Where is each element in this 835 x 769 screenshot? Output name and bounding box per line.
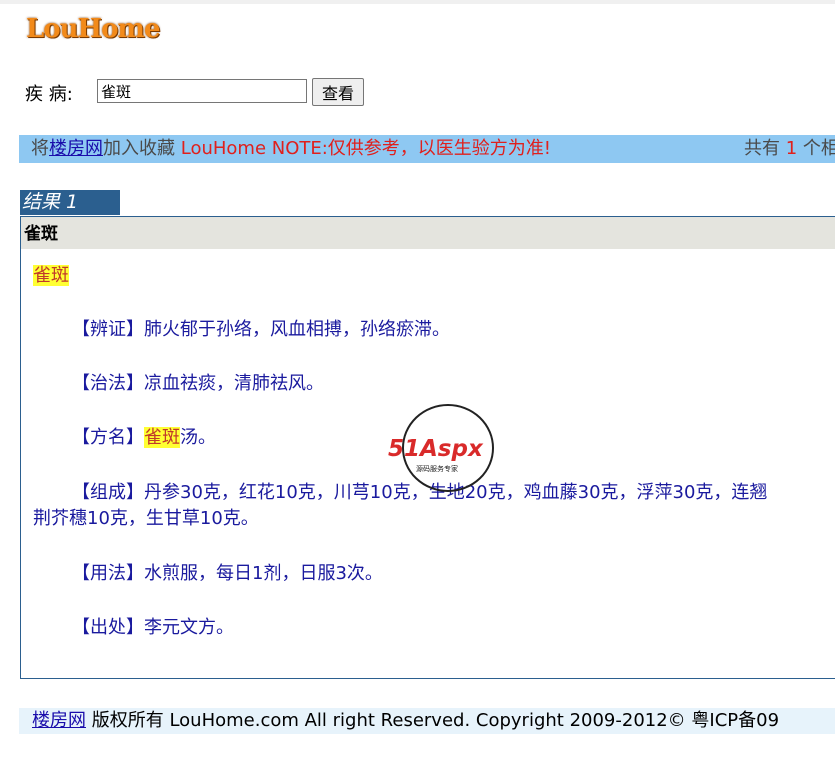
disclaimer-note: LouHome NOTE:仅供参考，以医生验方为准! — [180, 138, 552, 159]
footer-site-link[interactable]: 楼房网 — [32, 710, 86, 731]
view-button[interactable]: 查看 — [312, 78, 364, 106]
notice-text: 将楼房网加入收藏 LouHome NOTE:仅供参考，以医生验方为准! — [31, 138, 552, 159]
aspx-watermark: 51Aspx 源码服务专家 — [388, 404, 494, 492]
section-bianzheng: 【辨证】肺火郁于孙络，风血相搏，孙络瘀滞。 — [72, 319, 450, 340]
disease-label: 疾 病: — [25, 84, 73, 105]
section-zhifa: 【治法】凉血祛痰，清肺祛风。 — [72, 373, 324, 394]
footer-bar: 楼房网 版权所有 LouHome.com All right Reserved.… — [19, 708, 835, 734]
top-border — [0, 0, 835, 4]
result-title: 雀斑 — [21, 217, 835, 249]
watermark-brand: 51Aspx — [388, 436, 484, 462]
bookmark-link[interactable]: 楼房网 — [49, 138, 103, 159]
result-count: 共有 1 个相 — [744, 138, 835, 159]
section-zucheng-cont: 荆芥穗10克，生甘草10克。 — [33, 508, 259, 529]
section-fangming: 【方名】雀斑汤。 — [72, 427, 216, 448]
keyword-line: 雀斑 — [33, 261, 69, 287]
section-yongfa: 【用法】水煎服，每日1剂，日服3次。 — [72, 563, 383, 584]
notice-bar: 将楼房网加入收藏 LouHome NOTE:仅供参考，以医生验方为准! 共有 1… — [19, 135, 835, 163]
disease-search-input[interactable] — [97, 79, 307, 103]
section-chuchu: 【出处】李元文方。 — [72, 617, 234, 638]
keyword-highlight: 雀斑 — [33, 265, 69, 286]
result-tab: 结果 1 — [20, 190, 120, 215]
site-logo[interactable]: LouHome — [26, 14, 160, 44]
copyright-text: 版权所有 LouHome.com All right Reserved. Cop… — [86, 710, 780, 731]
keyword-highlight: 雀斑 — [144, 427, 180, 448]
watermark-sub: 源码服务专家 — [416, 464, 458, 473]
